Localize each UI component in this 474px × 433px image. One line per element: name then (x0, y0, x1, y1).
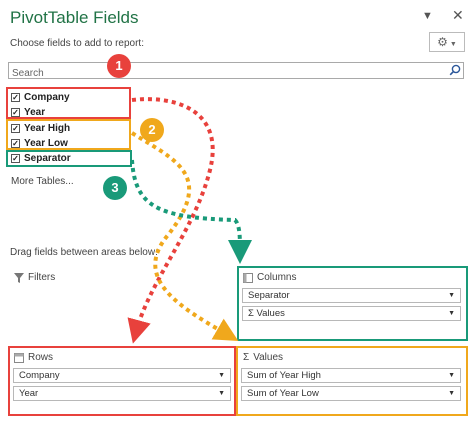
annotation-arrows (127, 97, 252, 344)
annotation-badge-2: 2 (140, 118, 164, 142)
annotation-badge-1: 1 (107, 54, 131, 78)
arrow-orange (130, 131, 239, 342)
annotation-badge-3: 3 (103, 176, 127, 200)
